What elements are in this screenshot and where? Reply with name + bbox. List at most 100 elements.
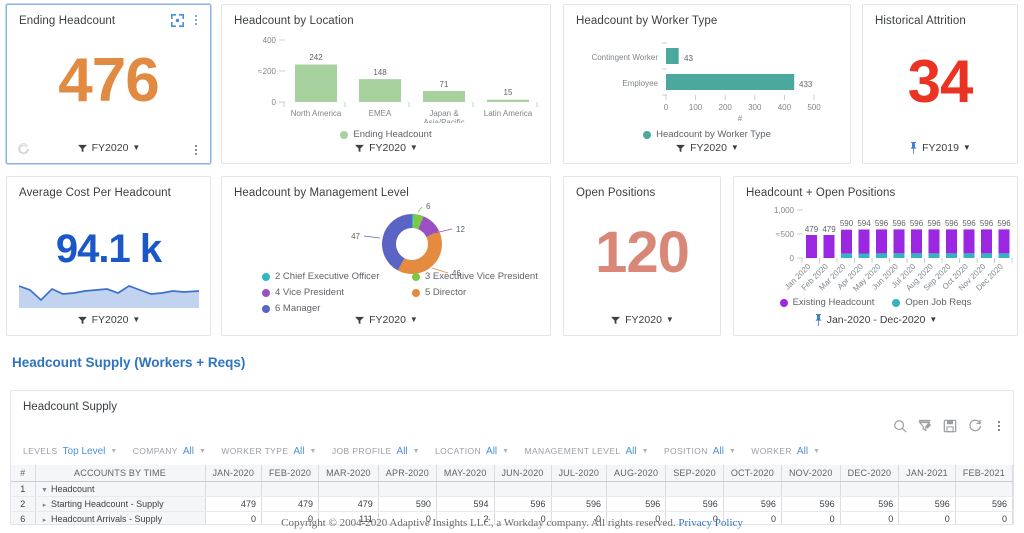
cell[interactable] (494, 481, 552, 497)
row-label-cell[interactable]: ▼ Headcount (35, 481, 206, 497)
legend-item-director[interactable]: 5 Director (412, 287, 552, 298)
card-menu-icon[interactable] (190, 13, 202, 27)
period-selector[interactable]: FY2020 ▼ (610, 314, 674, 326)
cell[interactable] (318, 481, 379, 497)
col-apr-2020[interactable]: APR-2020 (378, 465, 437, 482)
cell[interactable] (205, 481, 263, 497)
col-may-2020[interactable]: MAY-2020 (436, 465, 495, 482)
cell[interactable]: 479 (261, 496, 320, 512)
cell[interactable] (955, 481, 1013, 497)
card-headcount-by-location[interactable]: Headcount by Location 400 200 0 ≈ 242 14… (221, 4, 551, 164)
card-headcount-by-management-level[interactable]: Headcount by Management Level 6 12 46 47… (221, 176, 551, 336)
card-open-positions[interactable]: Open Positions 120 FY2020 ▼ (563, 176, 721, 336)
cell[interactable]: 596 (898, 496, 956, 512)
col-mar-2020[interactable]: MAR-2020 (318, 465, 379, 482)
card-footer[interactable]: FY2020 ▼ (564, 311, 720, 329)
privacy-policy-link[interactable]: Privacy Policy (678, 517, 742, 529)
period-selector[interactable]: FY2020 ▼ (354, 314, 418, 326)
cell[interactable]: 596 (665, 496, 724, 512)
save-icon[interactable] (943, 419, 957, 433)
col-feb-2020[interactable]: FEB-2020 (261, 465, 320, 482)
more-icon[interactable] (993, 419, 1005, 433)
table-row[interactable]: 1 ▼ Headcount (11, 481, 1013, 497)
cell[interactable]: 596 (606, 496, 667, 512)
expand-icon[interactable] (171, 13, 184, 27)
col-number[interactable]: # (11, 465, 36, 482)
col-aug-2020[interactable]: AUG-2020 (606, 465, 667, 482)
filter-job-profile[interactable]: JOB PROFILE All ▼ (332, 446, 420, 457)
cell[interactable] (378, 481, 437, 497)
col-sep-2020[interactable]: SEP-2020 (665, 465, 724, 482)
filter-management-level[interactable]: MANAGEMENT LEVEL All ▼ (525, 446, 649, 457)
cell[interactable]: 594 (436, 496, 495, 512)
cell[interactable] (436, 481, 495, 497)
cell[interactable] (840, 481, 900, 497)
cell[interactable]: 596 (551, 496, 608, 512)
filter-levels[interactable]: LEVELS Top Level ▼ (23, 446, 118, 457)
col-nov-2020[interactable]: NOV-2020 (781, 465, 841, 482)
filter-worker[interactable]: WORKER All ▼ (751, 446, 820, 457)
cell[interactable] (723, 481, 782, 497)
filter-worker-type[interactable]: WORKER TYPE All ▼ (221, 446, 317, 457)
col-jan-2021[interactable]: JAN-2021 (898, 465, 956, 482)
filter-location[interactable]: LOCATION All ▼ (435, 446, 510, 457)
legend-item-existing-headcount[interactable]: Existing Headcount (779, 297, 874, 308)
cell[interactable]: 479 (205, 496, 263, 512)
col-feb-2021[interactable]: FEB-2021 (955, 465, 1013, 482)
col-jun-2020[interactable]: JUN-2020 (494, 465, 552, 482)
cell[interactable] (261, 481, 320, 497)
col-accounts[interactable]: ACCOUNTS BY TIME (35, 465, 206, 482)
bar-existing-headcount-dec-2020 (998, 229, 1010, 254)
cell[interactable]: 590 (378, 496, 437, 512)
card-headcount-plus-open-positions[interactable]: Headcount + Open Positions 1,000 500 0 ≈… (733, 176, 1018, 336)
card-footer[interactable]: FY2020 ▼ (564, 139, 850, 157)
period-selector[interactable]: FY2020 ▼ (77, 142, 140, 154)
cell[interactable]: 596 (723, 496, 782, 512)
cell[interactable]: 596 (494, 496, 552, 512)
card-options-icon[interactable] (190, 143, 202, 157)
filter-company[interactable]: COMPANY All ▼ (133, 446, 207, 457)
expand-toggle-icon[interactable]: ▸ (41, 501, 49, 509)
collapse-toggle-icon[interactable]: ▼ (41, 487, 49, 494)
card-footer[interactable]: FY2020 ▼ (7, 139, 210, 157)
col-oct-2020[interactable]: OCT-2020 (723, 465, 782, 482)
card-footer[interactable]: FY2020 ▼ (222, 139, 550, 157)
legend-item-vice-president[interactable]: 4 Vice President (262, 287, 412, 298)
refresh-icon[interactable] (968, 419, 982, 433)
cell[interactable]: 596 (840, 496, 900, 512)
cell[interactable] (665, 481, 724, 497)
cell[interactable]: 479 (318, 496, 379, 512)
row-label: Headcount (51, 483, 95, 494)
card-footer[interactable]: FY2020 ▼ (222, 311, 550, 329)
period-selector[interactable]: Jan-2020 - Dec-2020 ▼ (814, 314, 937, 326)
card-historical-attrition[interactable]: Historical Attrition 34 FY2019 ▼ (862, 4, 1018, 164)
legend-item-chief-executive-officer[interactable]: 2 Chief Executive Officer (262, 271, 412, 282)
headcount-supply-table[interactable]: # ACCOUNTS BY TIME JAN-2020 FEB-2020 MAR… (11, 465, 1013, 524)
card-footer[interactable]: FY2020 ▼ (7, 311, 210, 329)
col-dec-2020[interactable]: DEC-2020 (840, 465, 900, 482)
cell[interactable]: 596 (955, 496, 1013, 512)
filter-position[interactable]: POSITION All ▼ (664, 446, 736, 457)
cell[interactable] (606, 481, 667, 497)
card-ending-headcount[interactable]: Ending Headcount 476 FY2020 ▼ (6, 4, 211, 164)
card-footer[interactable]: Jan-2020 - Dec-2020 ▼ (734, 311, 1017, 329)
card-average-cost-per-headcount[interactable]: Average Cost Per Headcount 94.1 k FY2020… (6, 176, 211, 336)
period-selector[interactable]: FY2020 ▼ (77, 314, 140, 326)
cell[interactable]: 596 (781, 496, 841, 512)
legend-item-open-job-reqs[interactable]: Open Job Reqs (892, 297, 971, 308)
row-label-cell[interactable]: ▸ Starting Headcount - Supply (35, 496, 206, 512)
period-selector[interactable]: FY2020 ▼ (675, 142, 739, 154)
table-row[interactable]: 2 ▸ Starting Headcount - Supply 479 479 … (11, 496, 1013, 512)
col-jul-2020[interactable]: JUL-2020 (551, 465, 608, 482)
search-icon[interactable] (893, 419, 907, 433)
cell[interactable] (551, 481, 608, 497)
filter-edit-icon[interactable] (918, 419, 932, 433)
col-jan-2020[interactable]: JAN-2020 (205, 465, 263, 482)
period-selector[interactable]: FY2019 ▼ (909, 142, 971, 154)
period-selector[interactable]: FY2020 ▼ (354, 142, 418, 154)
legend-item-executive-vice-president[interactable]: 3 Executive Vice President (412, 271, 552, 282)
card-footer[interactable]: FY2019 ▼ (863, 139, 1017, 157)
card-headcount-by-worker-type[interactable]: Headcount by Worker Type Contingent Work… (563, 4, 851, 164)
cell[interactable] (781, 481, 841, 497)
cell[interactable] (898, 481, 956, 497)
